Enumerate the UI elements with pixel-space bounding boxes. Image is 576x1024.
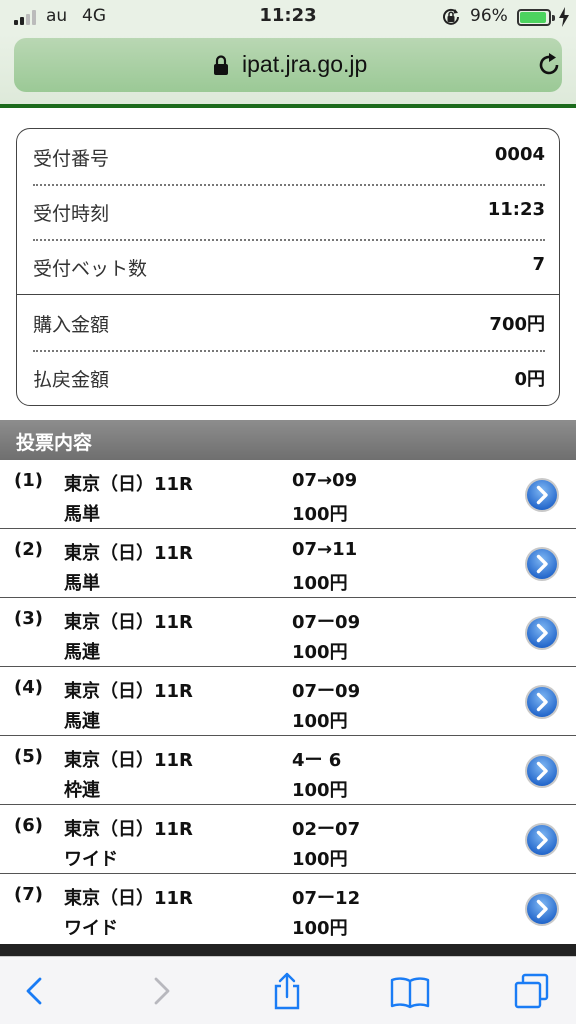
browser-header: ipat.jra.go.jp: [0, 34, 576, 108]
bet-count-value: 7: [532, 254, 545, 275]
receipt-number-value: 0004: [494, 144, 545, 165]
vote-number: (7): [14, 884, 43, 905]
vote-amount: 100円: [292, 711, 348, 732]
vote-combination: 07ー09: [292, 612, 361, 633]
vote-number: (3): [14, 608, 43, 629]
vote-number: (5): [14, 746, 43, 767]
section-title: 投票内容: [16, 432, 93, 454]
vote-amount: 100円: [292, 573, 348, 594]
vote-amount: 100円: [292, 642, 348, 663]
bet-count-row: 受付ベット数 7: [33, 240, 545, 294]
charging-bolt-icon: [559, 7, 569, 27]
vote-combination: 4ー 6: [292, 750, 342, 771]
vote-bet-type: ワイド: [64, 849, 118, 870]
page-bottom-strip: [0, 944, 576, 956]
back-icon[interactable]: [14, 971, 54, 1011]
url-text: ipat.jra.go.jp: [242, 51, 368, 77]
share-icon[interactable]: [267, 971, 307, 1011]
vote-bet-type: 枠連: [64, 780, 100, 801]
chevron-right-circle-icon[interactable]: [524, 546, 560, 582]
lock-icon: [214, 55, 228, 75]
vote-row[interactable]: (2) 東京（日）11R 馬単 07→11 100円: [0, 529, 576, 598]
vote-number: (1): [14, 470, 43, 491]
vote-combination: 02ー07: [292, 819, 361, 840]
refund-amount-row: 払戻金額 0円: [33, 351, 545, 405]
vote-race: 東京（日）11R: [64, 750, 193, 771]
chevron-right-circle-icon[interactable]: [524, 615, 560, 651]
tabs-icon[interactable]: [512, 971, 552, 1011]
chevron-right-circle-icon[interactable]: [524, 822, 560, 858]
vote-number: (4): [14, 677, 43, 698]
receipt-number-row: 受付番号 0004: [33, 130, 545, 184]
rotation-lock-icon: [443, 8, 459, 25]
vote-race: 東京（日）11R: [64, 681, 193, 702]
receipt-time-value: 11:23: [487, 199, 545, 220]
vote-amount: 100円: [292, 918, 348, 939]
chevron-right-circle-icon[interactable]: [524, 684, 560, 720]
bookmarks-icon[interactable]: [390, 971, 430, 1011]
vote-amount: 100円: [292, 504, 348, 525]
chevron-right-circle-icon[interactable]: [524, 753, 560, 789]
vote-row[interactable]: (3) 東京（日）11R 馬連 07ー09 100円: [0, 598, 576, 667]
vote-row[interactable]: (1) 東京（日）11R 馬単 07→09 100円: [0, 460, 576, 529]
vote-combination: 07→11: [292, 539, 358, 560]
purchase-amount-value: 700円: [489, 314, 545, 335]
battery-icon: [517, 9, 555, 26]
battery-percent: 96%: [470, 6, 508, 26]
browser-toolbar: [0, 956, 576, 1024]
refund-amount-value: 0円: [514, 369, 545, 390]
section-divider: [17, 294, 559, 295]
vote-row[interactable]: (6) 東京（日）11R ワイド 02ー07 100円: [0, 805, 576, 874]
bet-count-label: 受付ベット数: [33, 258, 148, 280]
vote-section-header: 投票内容: [0, 420, 576, 460]
receipt-number-label: 受付番号: [33, 148, 110, 170]
vote-race: 東京（日）11R: [64, 888, 193, 909]
status-bar: au 4G 11:23 96%: [0, 0, 576, 34]
vote-number: (6): [14, 815, 43, 836]
vote-row[interactable]: (4) 東京（日）11R 馬連 07ー09 100円: [0, 667, 576, 736]
vote-combination: 07ー12: [292, 888, 361, 909]
forward-icon[interactable]: [142, 971, 182, 1011]
vote-race: 東京（日）11R: [64, 612, 193, 633]
vote-bet-type: 馬連: [64, 711, 100, 732]
vote-row[interactable]: (7) 東京（日）11R ワイド 07ー12 100円: [0, 874, 576, 943]
vote-bet-type: 馬単: [64, 573, 100, 594]
chevron-right-circle-icon[interactable]: [524, 891, 560, 927]
receipt-summary-card: 受付番号 0004 受付時刻 11:23 受付ベット数 7 購入金額 700円 …: [16, 128, 560, 406]
vote-row[interactable]: (5) 東京（日）11R 枠連 4ー 6 100円: [0, 736, 576, 805]
vote-number: (2): [14, 539, 43, 560]
purchase-amount-label: 購入金額: [33, 314, 110, 336]
vote-combination: 07→09: [292, 470, 358, 491]
reload-icon[interactable]: [536, 52, 562, 78]
refund-amount-label: 払戻金額: [33, 369, 110, 391]
receipt-time-row: 受付時刻 11:23: [33, 185, 545, 239]
vote-race: 東京（日）11R: [64, 819, 193, 840]
vote-bet-type: 馬単: [64, 504, 100, 525]
purchase-amount-row: 購入金額 700円: [33, 296, 545, 350]
vote-race: 東京（日）11R: [64, 474, 193, 495]
vote-amount: 100円: [292, 780, 348, 801]
vote-amount: 100円: [292, 849, 348, 870]
chevron-right-circle-icon[interactable]: [524, 477, 560, 513]
vote-bet-type: 馬連: [64, 642, 100, 663]
vote-race: 東京（日）11R: [64, 543, 193, 564]
address-bar[interactable]: ipat.jra.go.jp: [14, 38, 562, 92]
vote-bet-type: ワイド: [64, 918, 118, 939]
receipt-time-label: 受付時刻: [33, 203, 110, 225]
header-divider: [0, 104, 576, 108]
vote-combination: 07ー09: [292, 681, 361, 702]
